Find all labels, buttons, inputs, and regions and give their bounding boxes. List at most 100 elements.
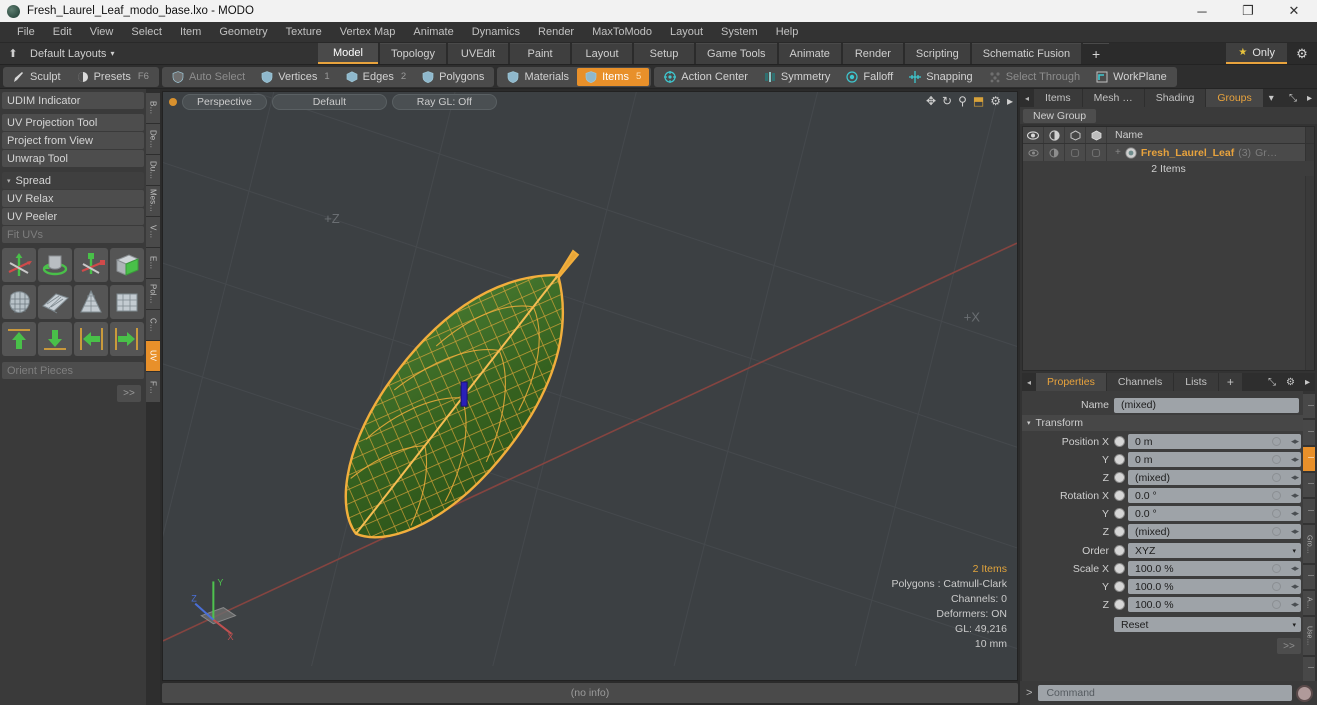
right-tab-shading[interactable]: Shading <box>1144 89 1206 107</box>
gear-icon[interactable]: ⚙ <box>990 94 1001 108</box>
orient-pieces-button[interactable]: Orient Pieces <box>2 362 144 379</box>
tool-uv-relax[interactable]: UV Relax <box>2 190 144 207</box>
layout-selector[interactable]: ⬆ Default Layouts ▾ <box>0 43 318 64</box>
shading-mode-button[interactable]: Default <box>271 94 387 110</box>
property-input[interactable]: 100.0 % ◂▸ <box>1128 597 1301 612</box>
maximize-button[interactable]: ❐ <box>1225 0 1271 22</box>
layout-tab-game-tools[interactable]: Game Tools <box>696 43 777 64</box>
default-layouts-label[interactable]: Default Layouts <box>26 48 106 60</box>
properties-side-tab[interactable]: ⠇ <box>1303 499 1315 524</box>
menu-item-help[interactable]: Help <box>767 22 808 42</box>
property-channel-dot[interactable] <box>1114 599 1125 610</box>
right-tab-groups[interactable]: Groups <box>1206 89 1263 107</box>
uv-sphere-unwrap-icon[interactable] <box>2 285 36 319</box>
properties-side-tab[interactable]: ⠇ <box>1303 564 1315 590</box>
vertical-tab-v[interactable]: V… <box>146 217 160 247</box>
vertical-tab-de[interactable]: De… <box>146 124 160 154</box>
record-icon[interactable] <box>1296 684 1313 702</box>
vertical-tab-c[interactable]: C… <box>146 310 160 340</box>
tool-fit-uvs[interactable]: Fit UVs <box>2 226 144 243</box>
table-row[interactable]: + Fresh_Laurel_Leaf (3) Gr… <box>1023 144 1314 161</box>
tool-udim-indicator[interactable]: UDIM Indicator <box>2 92 144 109</box>
group-list-scroll-empty[interactable] <box>1305 176 1314 370</box>
tabs-chevron-down-icon[interactable]: ▾ <box>1264 89 1279 107</box>
cube-outline-icon[interactable] <box>1065 127 1086 143</box>
layout-tab-topology[interactable]: Topology <box>380 43 447 64</box>
menu-item-animate[interactable]: Animate <box>404 22 462 42</box>
minimize-button[interactable]: ─ <box>1179 0 1225 22</box>
cube-solid-icon[interactable] <box>1086 127 1107 143</box>
fit-icon[interactable]: ⬒ <box>973 94 984 108</box>
menu-item-texture[interactable]: Texture <box>277 22 331 42</box>
properties-side-tab[interactable]: ⠇ <box>1303 420 1315 445</box>
row-cube-solid-toggle[interactable] <box>1086 144 1107 161</box>
vertical-tab-pol[interactable]: Pol… <box>146 279 160 309</box>
properties-side-tab[interactable]: ⠇ <box>1303 446 1315 471</box>
menu-item-system[interactable]: System <box>712 22 767 42</box>
layout-tab-layout[interactable]: Layout <box>572 43 633 64</box>
panel-left-arrow-icon[interactable]: ◂ <box>1020 89 1034 107</box>
properties-tab-properties[interactable]: Properties <box>1036 373 1106 391</box>
layout-tab-setup[interactable]: Setup <box>634 43 695 64</box>
property-key-circle[interactable] <box>1272 473 1281 482</box>
raygl-button[interactable]: Ray GL: Off <box>391 94 497 110</box>
panel-arrow-icon[interactable]: ▸ <box>1302 89 1317 107</box>
property-channel-dot[interactable] <box>1114 436 1125 447</box>
expand-plus-icon[interactable]: + <box>1115 147 1121 158</box>
property-key-circle[interactable] <box>1272 455 1281 464</box>
property-channel-dot[interactable] <box>1114 508 1125 519</box>
mode-button-snapping[interactable]: Snapping <box>901 68 981 86</box>
tool-uv-peeler[interactable]: UV Peeler <box>2 208 144 225</box>
property-stepper[interactable]: ◂▸ <box>1291 563 1299 574</box>
uv-box-icon[interactable] <box>110 248 144 282</box>
property-key-circle[interactable] <box>1272 509 1281 518</box>
mode-button-polygons[interactable]: Polygons <box>414 68 492 86</box>
property-stepper[interactable]: ◂▸ <box>1291 490 1299 501</box>
expand-go-button[interactable]: >> <box>117 385 141 402</box>
property-channel-dot[interactable] <box>1114 490 1125 501</box>
panel-expand-icon[interactable]: ⤡ <box>1284 89 1302 107</box>
menu-item-edit[interactable]: Edit <box>44 22 81 42</box>
properties-side-tab[interactable]: Use… <box>1303 617 1315 655</box>
uv-rotate-icon[interactable] <box>38 248 72 282</box>
mode-button-symmetry[interactable]: Symmetry <box>756 68 839 86</box>
render-icon[interactable] <box>1044 127 1065 143</box>
menu-item-select[interactable]: Select <box>122 22 171 42</box>
property-input[interactable]: 0 m ◂▸ <box>1128 434 1301 449</box>
property-key-circle[interactable] <box>1272 582 1281 591</box>
tool-unwrap-tool[interactable]: Unwrap Tool <box>2 150 144 167</box>
settings-gear-icon[interactable]: ⚙ <box>1287 43 1317 64</box>
tool-project-from-view[interactable]: Project from View <box>2 132 144 149</box>
command-input[interactable]: Command <box>1038 685 1292 701</box>
menu-item-file[interactable]: File <box>8 22 44 42</box>
mode-button-action-center[interactable]: Action Center <box>656 68 756 86</box>
property-key-circle[interactable] <box>1272 437 1281 446</box>
properties-side-tab[interactable]: ⠇ <box>1303 394 1315 419</box>
close-button[interactable]: ✕ <box>1271 0 1317 22</box>
property-channel-dot[interactable] <box>1114 472 1125 483</box>
property-key-circle[interactable] <box>1272 491 1281 500</box>
properties-expand-icon[interactable]: ⤡ <box>1263 373 1281 391</box>
property-channel-dot[interactable] <box>1114 545 1125 556</box>
row-render-toggle[interactable] <box>1044 144 1065 161</box>
mode-button-edges[interactable]: Edges 2 <box>338 68 415 86</box>
menu-item-render[interactable]: Render <box>529 22 583 42</box>
property-channel-dot[interactable] <box>1114 454 1125 465</box>
name-input[interactable]: (mixed) <box>1114 397 1299 413</box>
property-key-circle[interactable] <box>1272 564 1281 573</box>
vertical-tab-uv[interactable]: UV <box>146 341 160 371</box>
mode-button-workplane[interactable]: WorkPlane <box>1088 68 1175 86</box>
property-channel-dot[interactable] <box>1114 563 1125 574</box>
menu-item-vertex-map[interactable]: Vertex Map <box>331 22 405 42</box>
tool-uv-projection-tool[interactable]: UV Projection Tool <box>2 114 144 131</box>
property-stepper[interactable]: ◂▸ <box>1291 599 1299 610</box>
new-group-button[interactable]: New Group <box>1023 108 1097 123</box>
view-mode-button[interactable]: Perspective <box>182 94 267 110</box>
row-eye-toggle[interactable] <box>1023 144 1044 161</box>
uv-align-down-icon[interactable] <box>38 322 72 356</box>
property-stepper[interactable]: ◂▸ <box>1291 581 1299 592</box>
transform-section-header[interactable]: ▾ Transform <box>1022 415 1303 431</box>
property-stepper[interactable]: ◂▸ <box>1291 454 1299 465</box>
mode-button-presets[interactable]: Presets F6 <box>69 68 157 86</box>
eye-icon[interactable] <box>1023 127 1044 143</box>
